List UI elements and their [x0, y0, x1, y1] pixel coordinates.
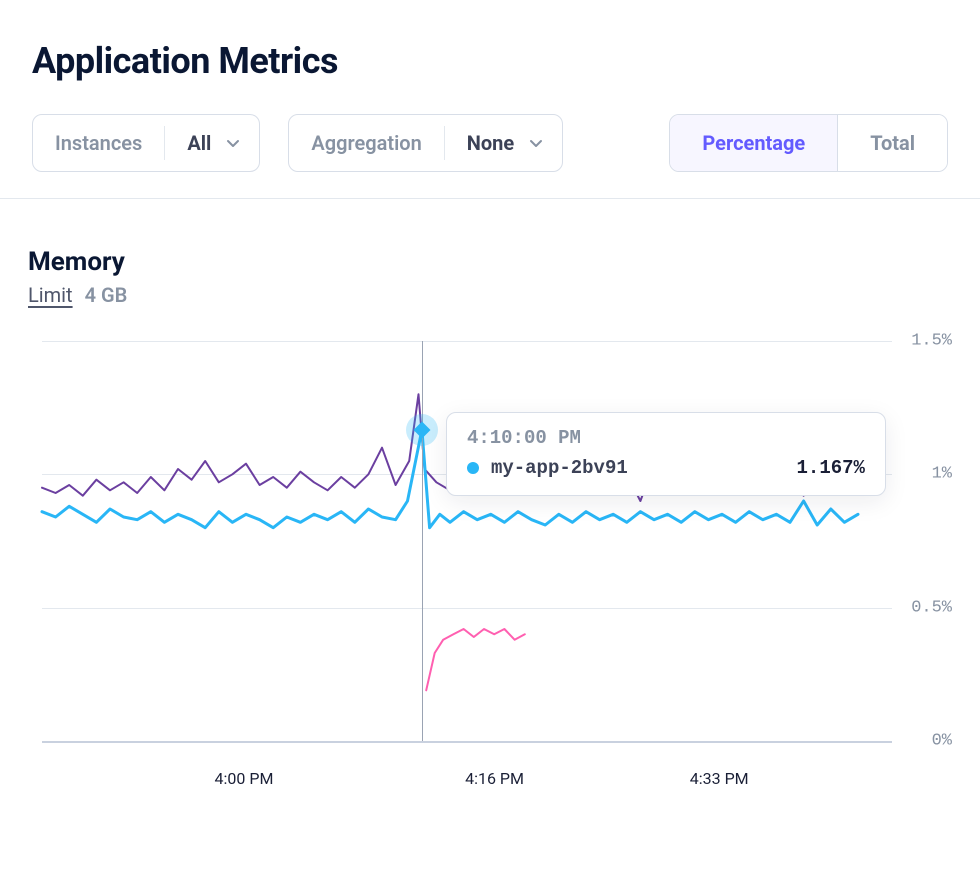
- x-tick: 4:33 PM: [690, 769, 749, 788]
- limit-row: Limit 4 GB: [28, 283, 952, 307]
- hover-guideline: [422, 341, 423, 741]
- x-axis: 4:00 PM4:16 PM4:33 PM: [28, 741, 892, 781]
- toggle-percentage[interactable]: Percentage: [670, 115, 838, 171]
- chart-lines: [42, 341, 892, 741]
- series-bullet-icon: [467, 462, 479, 474]
- y-tick: 0.5%: [911, 598, 952, 617]
- y-tick: 0%: [932, 732, 952, 751]
- card-title: Memory: [28, 247, 952, 277]
- toggle-total[interactable]: Total: [838, 115, 947, 171]
- hover-marker: [406, 414, 438, 446]
- instances-value[interactable]: All: [165, 115, 259, 171]
- limit-label[interactable]: Limit: [28, 283, 73, 307]
- series-line: [426, 629, 525, 690]
- controls-row: Instances All Aggregation None Percentag…: [0, 82, 980, 198]
- view-toggle: Percentage Total: [669, 114, 948, 172]
- y-tick: 1.5%: [911, 332, 952, 351]
- y-axis: 0%0.5%1%1.5%: [892, 341, 952, 741]
- tooltip-time: 4:10:00 PM: [467, 427, 865, 449]
- aggregation-value[interactable]: None: [445, 115, 562, 171]
- tooltip-row: my-app-2bv91 1.167%: [467, 457, 865, 479]
- plot-area[interactable]: 4:10:00 PM my-app-2bv91 1.167%: [42, 341, 892, 741]
- page-title: Application Metrics: [32, 40, 980, 82]
- tooltip: 4:10:00 PM my-app-2bv91 1.167%: [446, 412, 886, 496]
- tooltip-series-name: my-app-2bv91: [491, 457, 628, 479]
- tooltip-value: 1.167%: [797, 457, 865, 479]
- y-tick: 1%: [932, 465, 952, 484]
- aggregation-selector: Aggregation None: [288, 114, 563, 172]
- chart: 4:10:00 PM my-app-2bv91 1.167% 0%0.5%1%1…: [28, 341, 952, 741]
- instances-value-text: All: [187, 131, 211, 155]
- aggregation-label: Aggregation: [289, 126, 444, 161]
- chevron-down-icon: [225, 135, 241, 151]
- instances-label: Instances: [33, 126, 165, 161]
- aggregation-value-text: None: [467, 131, 514, 155]
- x-tick: 4:16 PM: [465, 769, 524, 788]
- memory-card: Memory Limit 4 GB 4:10:00 PM my-app-2bv9…: [0, 199, 980, 781]
- limit-value: 4 GB: [85, 283, 128, 307]
- diamond-icon: [413, 421, 430, 438]
- x-tick: 4:00 PM: [215, 769, 274, 788]
- instances-selector: Instances All: [32, 114, 260, 172]
- chevron-down-icon: [528, 135, 544, 151]
